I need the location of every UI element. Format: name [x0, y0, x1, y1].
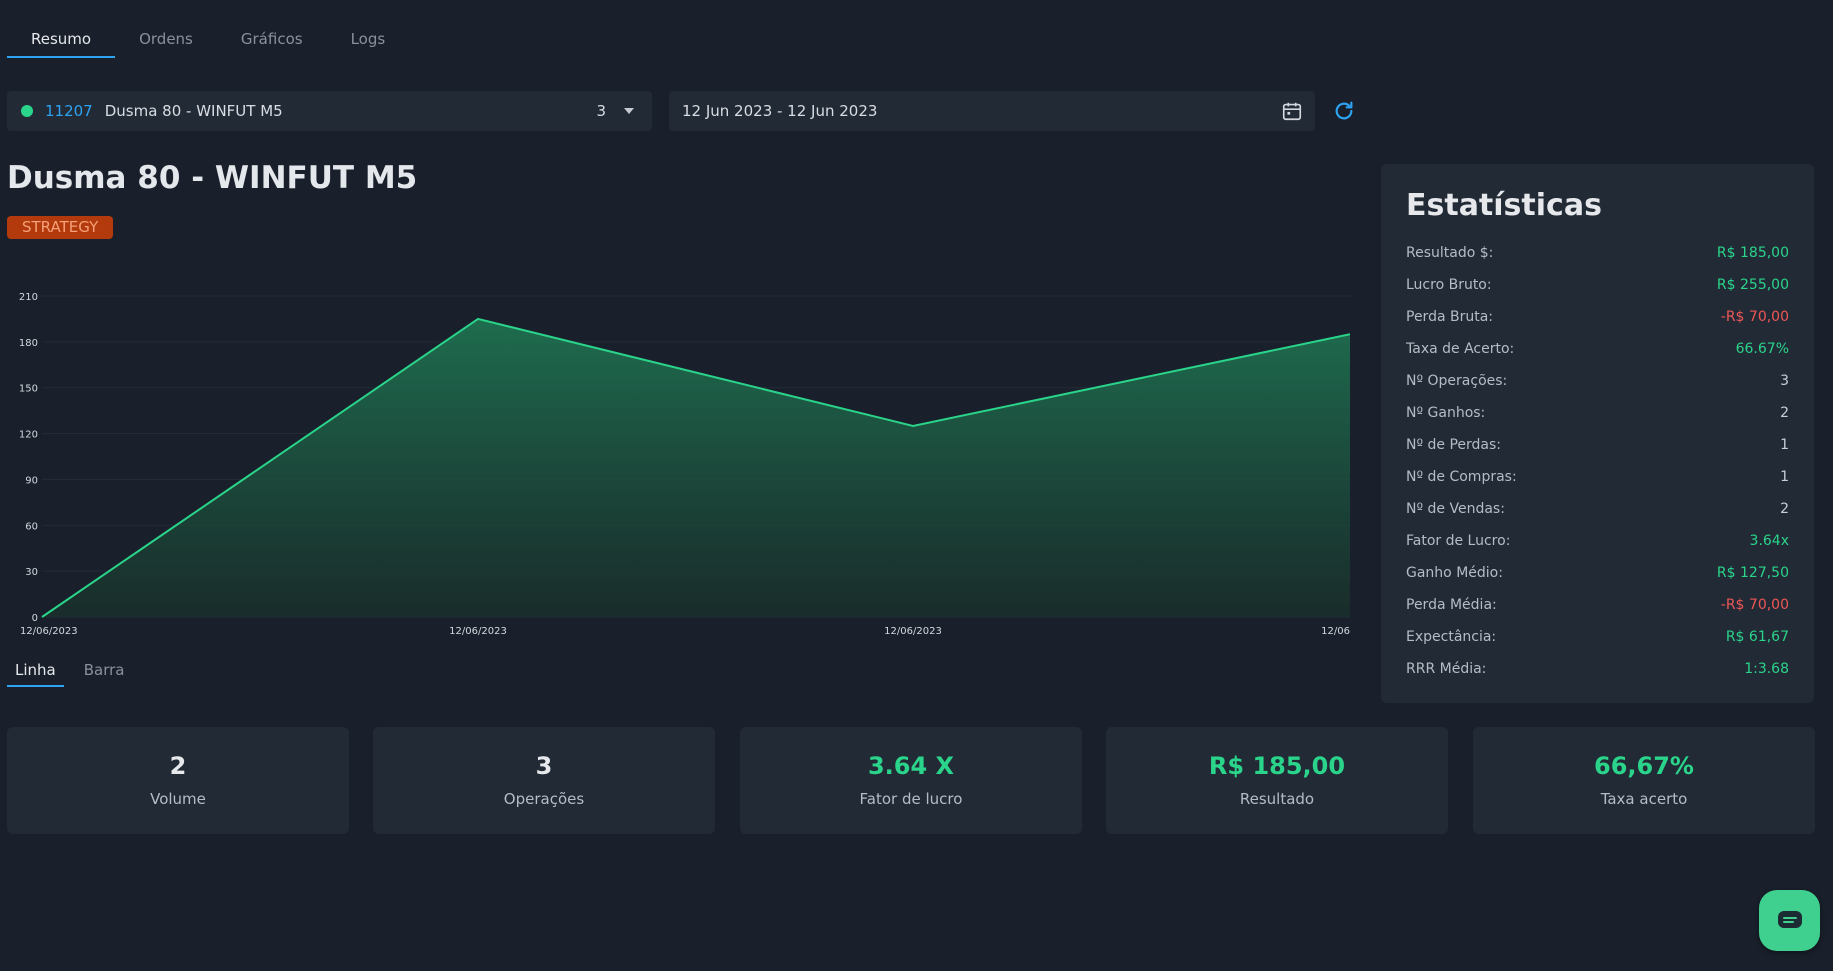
strategy-select[interactable]: 11207 Dusma 80 - WINFUT M5 3	[7, 91, 652, 131]
card-value: 2	[169, 752, 187, 780]
stat-row: Perda Média: -R$ 70,00	[1406, 589, 1789, 621]
stat-row: Nº de Compras: 1	[1406, 461, 1789, 493]
main-tabs: Resumo Ordens Gráficos Logs	[7, 22, 409, 58]
stat-value: 2	[1780, 405, 1789, 421]
stat-row: Ganho Médio: R$ 127,50	[1406, 557, 1789, 589]
stat-value: R$ 185,00	[1716, 245, 1789, 261]
stat-row: Expectância: R$ 61,67	[1406, 621, 1789, 653]
stat-row: Resultado $: R$ 185,00	[1406, 237, 1789, 269]
chart-ytick-label: 90	[25, 475, 38, 486]
chart-xtick-label: 12/06	[1321, 626, 1350, 637]
stat-label: RRR Média:	[1406, 661, 1487, 677]
chart-area-fill	[42, 318, 1350, 617]
chart-xtick-label: 12/06/2023	[884, 626, 942, 637]
stat-value: 1	[1780, 437, 1789, 453]
chevron-down-icon[interactable]	[624, 108, 634, 114]
stat-value: R$ 255,00	[1716, 277, 1789, 293]
stat-row: Nº Operações: 3	[1406, 365, 1789, 397]
strategy-name: Dusma 80 - WINFUT M5	[104, 102, 283, 120]
card-value: 66,67%	[1594, 752, 1694, 780]
stat-label: Expectância:	[1406, 629, 1497, 645]
chart-ytick-label: 120	[19, 430, 38, 441]
tab-linha[interactable]: Linha	[7, 657, 64, 687]
stat-value: -R$ 70,00	[1720, 309, 1789, 325]
calendar-icon[interactable]	[1281, 100, 1303, 122]
stat-value: 3.64x	[1749, 533, 1789, 549]
stat-label: Fator de Lucro:	[1406, 533, 1511, 549]
tab-barra[interactable]: Barra	[76, 657, 133, 687]
statistics-panel: Estatísticas Resultado $: R$ 185,00 Lucro …	[1381, 164, 1814, 703]
stat-label: Nº de Compras:	[1406, 469, 1517, 485]
card-value: 3	[535, 752, 553, 780]
card-operacoes: 3 Operações	[373, 727, 715, 834]
strategy-count: 3	[596, 102, 606, 120]
stat-label: Nº de Vendas:	[1406, 501, 1505, 517]
stat-row: Taxa de Acerto: 66.67%	[1406, 333, 1789, 365]
stat-row: Nº de Perdas: 1	[1406, 429, 1789, 461]
chat-button[interactable]	[1759, 890, 1820, 951]
stat-row: Nº de Vendas: 2	[1406, 493, 1789, 525]
stat-label: Perda Média:	[1406, 597, 1497, 613]
chart-ytick-label: 60	[25, 521, 38, 532]
chart-ytick-label: 30	[25, 567, 38, 578]
stat-value: 66.67%	[1735, 341, 1789, 357]
chart-xtick-label: 12/06/2023	[20, 626, 78, 637]
card-label: Fator de lucro	[859, 790, 963, 808]
stat-label: Resultado $:	[1406, 245, 1494, 261]
stat-label: Nº Operações:	[1406, 373, 1508, 389]
stat-label: Lucro Bruto:	[1406, 277, 1492, 293]
refresh-icon[interactable]	[1333, 100, 1355, 122]
date-range-picker[interactable]: 12 Jun 2023 - 12 Jun 2023	[669, 91, 1315, 131]
stat-value: 1:3.68	[1744, 661, 1789, 677]
chart-ytick-label: 0	[32, 613, 38, 624]
stat-row: Perda Bruta: -R$ 70,00	[1406, 301, 1789, 333]
stat-row: RRR Média: 1:3.68	[1406, 653, 1789, 685]
stat-label: Nº de Perdas:	[1406, 437, 1502, 453]
chat-icon	[1777, 910, 1802, 928]
stat-label: Taxa de Acerto:	[1406, 341, 1515, 357]
card-resultado: R$ 185,00 Resultado	[1106, 727, 1448, 834]
tab-graficos[interactable]: Gráficos	[217, 22, 327, 58]
stat-value: R$ 127,50	[1716, 565, 1789, 581]
strategy-badge: STRATEGY	[7, 216, 114, 239]
card-taxa-acerto: 66,67% Taxa acerto	[1473, 727, 1815, 834]
date-range-text: 12 Jun 2023 - 12 Jun 2023	[682, 102, 878, 120]
stat-row: Fator de Lucro: 3.64x	[1406, 525, 1789, 557]
stat-value: -R$ 70,00	[1720, 597, 1789, 613]
stat-row: Nº Ganhos: 2	[1406, 397, 1789, 429]
tab-ordens[interactable]: Ordens	[115, 22, 217, 58]
card-value: R$ 185,00	[1208, 752, 1346, 780]
card-label: Taxa acerto	[1600, 790, 1688, 808]
stat-value: 2	[1780, 501, 1789, 517]
stat-label: Perda Bruta:	[1406, 309, 1494, 325]
tab-resumo[interactable]: Resumo	[7, 22, 116, 58]
card-fator-lucro: 3.64 X Fator de lucro	[740, 727, 1082, 834]
stat-value: 1	[1780, 469, 1789, 485]
chart-ytick-label: 180	[19, 338, 38, 349]
statistics-title: Estatísticas	[1406, 188, 1602, 223]
tab-logs[interactable]: Logs	[327, 22, 410, 58]
stat-value: 3	[1780, 373, 1789, 389]
card-label: Volume	[150, 790, 206, 808]
stat-label: Nº Ganhos:	[1406, 405, 1486, 421]
card-value: 3.64 X	[867, 752, 955, 780]
chart-ytick-label: 150	[19, 384, 38, 395]
stat-row: Lucro Bruto: R$ 255,00	[1406, 269, 1789, 301]
chart-xtick-label: 12/06/2023	[449, 626, 507, 637]
result-area-chart: 0 30 60 90 120 150 180 210 12/06/2023 12/06/2023…	[19, 292, 1350, 637]
stat-value: R$ 61,67	[1725, 629, 1789, 645]
card-label: Resultado	[1239, 790, 1315, 808]
status-dot-icon	[21, 105, 33, 117]
card-label: Operações	[503, 790, 585, 808]
stat-label: Ganho Médio:	[1406, 565, 1503, 581]
chart-type-tabs: Linha Barra	[7, 657, 144, 687]
chart-ytick-label: 210	[19, 292, 38, 303]
page-title: Dusma 80 - WINFUT M5	[7, 160, 418, 196]
card-volume: 2 Volume	[7, 727, 349, 834]
strategy-id: 11207	[45, 102, 93, 120]
